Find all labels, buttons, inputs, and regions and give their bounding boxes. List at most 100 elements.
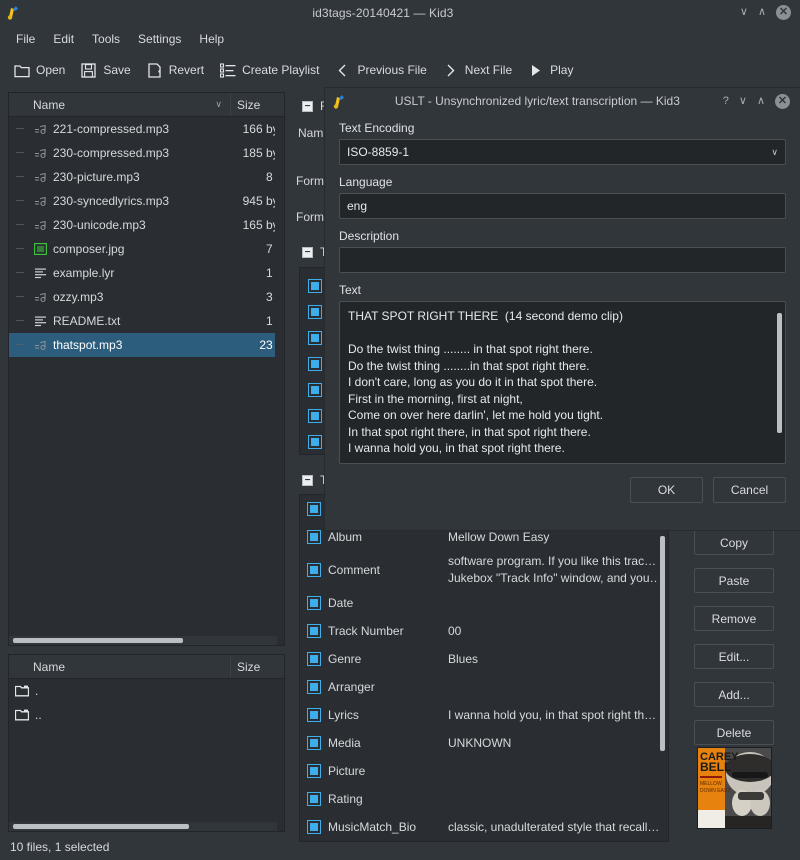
create-playlist-button[interactable]: Create Playlist: [216, 59, 327, 82]
tag-frame-name: MusicMatch_Bio: [328, 820, 417, 834]
menu-item-help[interactable]: Help: [191, 29, 232, 49]
directory-list-item[interactable]: .: [9, 679, 284, 703]
file-list-header: Name ∨ Size: [9, 93, 284, 117]
tag-table-vscrollbar[interactable]: [658, 496, 667, 840]
tag-frame-value-cell[interactable]: Blues: [448, 651, 668, 668]
tag-section-tag2[interactable]: − T: [296, 470, 327, 490]
dir-list-hscrollbar[interactable]: [9, 822, 277, 831]
collapse-icon[interactable]: −: [302, 246, 313, 258]
dir-column-header-name-label: Name: [33, 659, 66, 674]
delete-button[interactable]: Delete: [694, 720, 774, 745]
frame-enabled-checkbox[interactable]: [307, 530, 321, 544]
frame-enabled-checkbox[interactable]: [308, 409, 322, 423]
dir-column-header-name[interactable]: Name: [9, 655, 230, 678]
tag-section-file[interactable]: − F: [296, 96, 327, 116]
directory-list-item[interactable]: ..: [9, 703, 284, 727]
table-row[interactable]: Rating: [300, 785, 668, 813]
play-button[interactable]: Play: [524, 59, 581, 82]
table-row[interactable]: Genre Blues: [300, 645, 668, 673]
menu-item-edit[interactable]: Edit: [45, 29, 82, 49]
file-list-item[interactable]: ─ 230-unicode.mp3 165 byt: [9, 213, 284, 237]
file-list-item[interactable]: ─ 230-syncedlyrics.mp3 945 byt: [9, 189, 284, 213]
collapse-icon[interactable]: −: [302, 100, 313, 112]
paste-button[interactable]: Paste: [694, 568, 774, 593]
edit-button[interactable]: Edit...: [694, 644, 774, 669]
language-input[interactable]: eng: [339, 193, 786, 219]
frame-enabled-checkbox[interactable]: [307, 502, 321, 516]
maximize-icon[interactable]: ∧: [757, 95, 765, 107]
dir-column-header-size[interactable]: Size: [230, 655, 284, 678]
cancel-button[interactable]: Cancel: [713, 477, 786, 503]
column-header-name[interactable]: Name ∨: [9, 93, 230, 116]
tag-frame-value-cell[interactable]: software program. If you like this trac……: [448, 553, 668, 587]
frame-enabled-checkbox[interactable]: [307, 652, 321, 666]
table-row[interactable]: Track Number 00: [300, 617, 668, 645]
file-list-item[interactable]: ─ 230-compressed.mp3 185 byt: [9, 141, 284, 165]
frame-enabled-checkbox[interactable]: [307, 736, 321, 750]
close-icon[interactable]: ✕: [776, 5, 791, 20]
minimize-icon[interactable]: ∨: [739, 95, 747, 107]
file-list-item[interactable]: ─ composer.jpg 7 k: [9, 237, 284, 261]
open-button[interactable]: Open: [10, 59, 73, 82]
frame-enabled-checkbox[interactable]: [308, 305, 322, 319]
file-list-item[interactable]: ─ example.lyr 1 k: [9, 261, 284, 285]
frame-enabled-checkbox[interactable]: [307, 563, 321, 577]
lyrics-vscrollbar[interactable]: [775, 305, 783, 460]
dir-list-vscrollbar[interactable]: [275, 679, 284, 822]
table-row[interactable]: Picture: [300, 757, 668, 785]
column-header-size[interactable]: Size: [230, 93, 284, 116]
help-icon[interactable]: ?: [723, 95, 729, 107]
lyrics-textarea[interactable]: THAT SPOT RIGHT THERE (14 second demo cl…: [339, 301, 786, 464]
add-button[interactable]: Add...: [694, 682, 774, 707]
frame-enabled-checkbox[interactable]: [307, 624, 321, 638]
table-row[interactable]: Comment software program. If you like thi…: [300, 551, 668, 589]
frame-enabled-checkbox[interactable]: [308, 357, 322, 371]
tag-frame-value-cell[interactable]: 00: [448, 623, 668, 640]
menu-item-tools[interactable]: Tools: [84, 29, 128, 49]
save-button[interactable]: Save: [77, 59, 138, 82]
tag-section-tag1[interactable]: − T: [296, 242, 327, 262]
table-row[interactable]: MusicMatch_Bio classic, unadulterated sty…: [300, 813, 668, 841]
tag-frame-value-cell[interactable]: UNKNOWN: [448, 735, 668, 752]
description-input[interactable]: [339, 247, 786, 273]
frame-enabled-checkbox[interactable]: [308, 383, 322, 397]
ok-button[interactable]: OK: [630, 477, 703, 503]
table-row[interactable]: Lyrics I wanna hold you, in that spot rig…: [300, 701, 668, 729]
frame-enabled-checkbox[interactable]: [307, 680, 321, 694]
previous-file-label: Previous File: [357, 63, 427, 77]
frame-enabled-checkbox[interactable]: [308, 279, 322, 293]
revert-button[interactable]: Revert: [143, 59, 212, 82]
frame-enabled-checkbox[interactable]: [307, 820, 321, 834]
minimize-icon[interactable]: ∨: [740, 7, 748, 18]
table-row[interactable]: Arranger: [300, 673, 668, 701]
frame-enabled-checkbox[interactable]: [308, 435, 322, 449]
file-list-hscrollbar[interactable]: [9, 636, 277, 645]
maximize-icon[interactable]: ∧: [758, 7, 766, 18]
previous-file-button[interactable]: Previous File: [331, 59, 434, 82]
collapse-icon[interactable]: −: [302, 474, 313, 486]
file-list-vscrollbar[interactable]: [275, 117, 284, 636]
file-list-item[interactable]: ─ README.txt 1 k: [9, 309, 284, 333]
next-file-button[interactable]: Next File: [439, 59, 520, 82]
tag-frame-value-cell[interactable]: I wanna hold you, in that spot right th…: [448, 707, 668, 724]
copy-button[interactable]: Copy: [694, 530, 774, 555]
table-row[interactable]: Media UNKNOWN: [300, 729, 668, 757]
text-encoding-select[interactable]: ISO-8859-1 ∨: [339, 139, 786, 165]
frame-enabled-checkbox[interactable]: [307, 792, 321, 806]
tag-frame-value-cell[interactable]: Mellow Down Easy: [448, 529, 668, 546]
file-list-item[interactable]: ─ 221-compressed.mp3 166 byt: [9, 117, 284, 141]
album-art-thumbnail[interactable]: CAREY BELL MELLOW DOWN EASY: [697, 747, 772, 829]
file-list-item[interactable]: ─ 230-picture.mp3 8 k: [9, 165, 284, 189]
menu-item-file[interactable]: File: [8, 29, 43, 49]
file-list-item[interactable]: ─ thatspot.mp3 23 k: [9, 333, 284, 357]
frame-enabled-checkbox[interactable]: [307, 764, 321, 778]
table-row[interactable]: Date: [300, 589, 668, 617]
close-icon[interactable]: ✕: [775, 93, 790, 109]
tag-frame-value-cell[interactable]: classic, unadulterated style that recall…: [448, 819, 668, 836]
file-list-item[interactable]: ─ ozzy.mp3 3 k: [9, 285, 284, 309]
menu-item-settings[interactable]: Settings: [130, 29, 189, 49]
frame-enabled-checkbox[interactable]: [308, 331, 322, 345]
frame-enabled-checkbox[interactable]: [307, 708, 321, 722]
remove-button[interactable]: Remove: [694, 606, 774, 631]
frame-enabled-checkbox[interactable]: [307, 596, 321, 610]
